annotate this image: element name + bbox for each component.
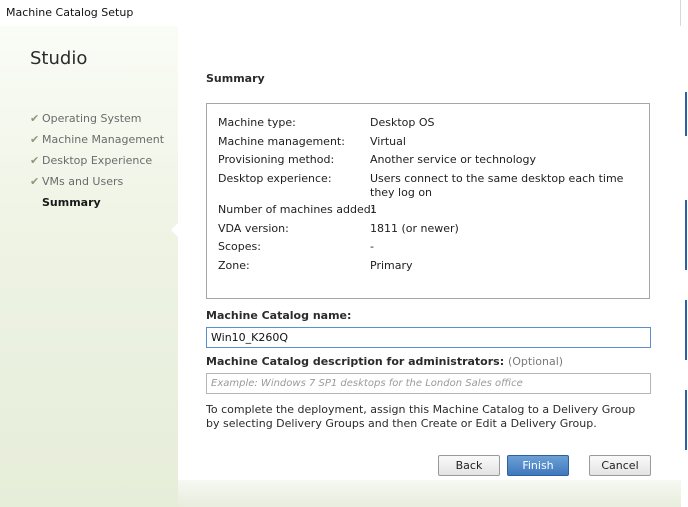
summary-label: Number of machines added:: [218, 203, 375, 216]
description-label-text: Machine Catalog description for administ…: [206, 355, 505, 368]
summary-label: VDA version:: [218, 222, 289, 235]
step-label: VMs and Users: [42, 175, 124, 188]
step-operating-system[interactable]: ✔ Operating System: [30, 112, 164, 133]
step-label: Summary: [42, 196, 101, 209]
step-machine-management[interactable]: ✔ Machine Management: [30, 133, 164, 154]
summary-label: Desktop experience:: [218, 172, 332, 185]
window-title: Machine Catalog Setup: [6, 6, 134, 19]
title-bar: Machine Catalog Setup: [0, 0, 681, 26]
catalog-description-input[interactable]: [206, 373, 651, 394]
cancel-button[interactable]: Cancel: [589, 455, 651, 476]
active-step-pointer: [171, 222, 179, 238]
catalog-description-label: Machine Catalog description for administ…: [206, 355, 563, 368]
back-button[interactable]: Back: [438, 455, 500, 476]
checkmark-icon: ✔: [30, 175, 40, 188]
summary-panel: Machine type: Desktop OS Machine managem…: [206, 103, 650, 299]
studio-title: Studio: [30, 48, 88, 69]
checkmark-icon: ✔: [30, 133, 40, 146]
step-label: Desktop Experience: [42, 154, 153, 167]
checkmark-icon: ✔: [30, 154, 40, 167]
edge-stripe: [685, 300, 687, 360]
finish-button[interactable]: Finish: [507, 455, 569, 476]
step-summary: Summary: [30, 196, 164, 217]
summary-label: Zone:: [218, 259, 250, 272]
step-desktop-experience[interactable]: ✔ Desktop Experience: [30, 154, 164, 175]
summary-value: Desktop OS: [370, 116, 435, 129]
summary-value: 1811 (or newer): [370, 222, 459, 235]
summary-value: 1: [370, 203, 377, 216]
step-label: Machine Management: [42, 133, 165, 146]
edge-stripe: [685, 390, 687, 450]
edge-stripe: [685, 92, 687, 136]
summary-value: -: [370, 240, 374, 253]
step-vms-and-users[interactable]: ✔ VMs and Users: [30, 175, 164, 196]
window-edge: [681, 0, 688, 507]
edge-stripe: [685, 200, 687, 270]
footer-strip: [178, 480, 681, 507]
wizard-sidebar: [0, 26, 178, 507]
page-title: Summary: [206, 72, 265, 85]
checkmark-icon: ✔: [30, 112, 40, 125]
summary-value: Another service or technology: [370, 153, 537, 166]
completion-note: To complete the deployment, assign this …: [206, 403, 636, 430]
catalog-name-label: Machine Catalog name:: [206, 309, 352, 322]
summary-label: Machine management:: [218, 135, 345, 148]
optional-tag: (Optional): [507, 355, 564, 368]
catalog-name-input[interactable]: [206, 327, 651, 348]
step-label: Operating System: [42, 112, 142, 125]
summary-label: Machine type:: [218, 116, 296, 129]
summary-label: Scopes:: [218, 240, 261, 253]
summary-label: Provisioning method:: [218, 153, 335, 166]
summary-value: Users connect to the same desktop each t…: [370, 172, 624, 199]
summary-value: Primary: [370, 259, 413, 272]
wizard-steps: ✔ Operating System ✔ Machine Management ✔ D…: [30, 112, 164, 217]
summary-value: Virtual: [370, 135, 406, 148]
